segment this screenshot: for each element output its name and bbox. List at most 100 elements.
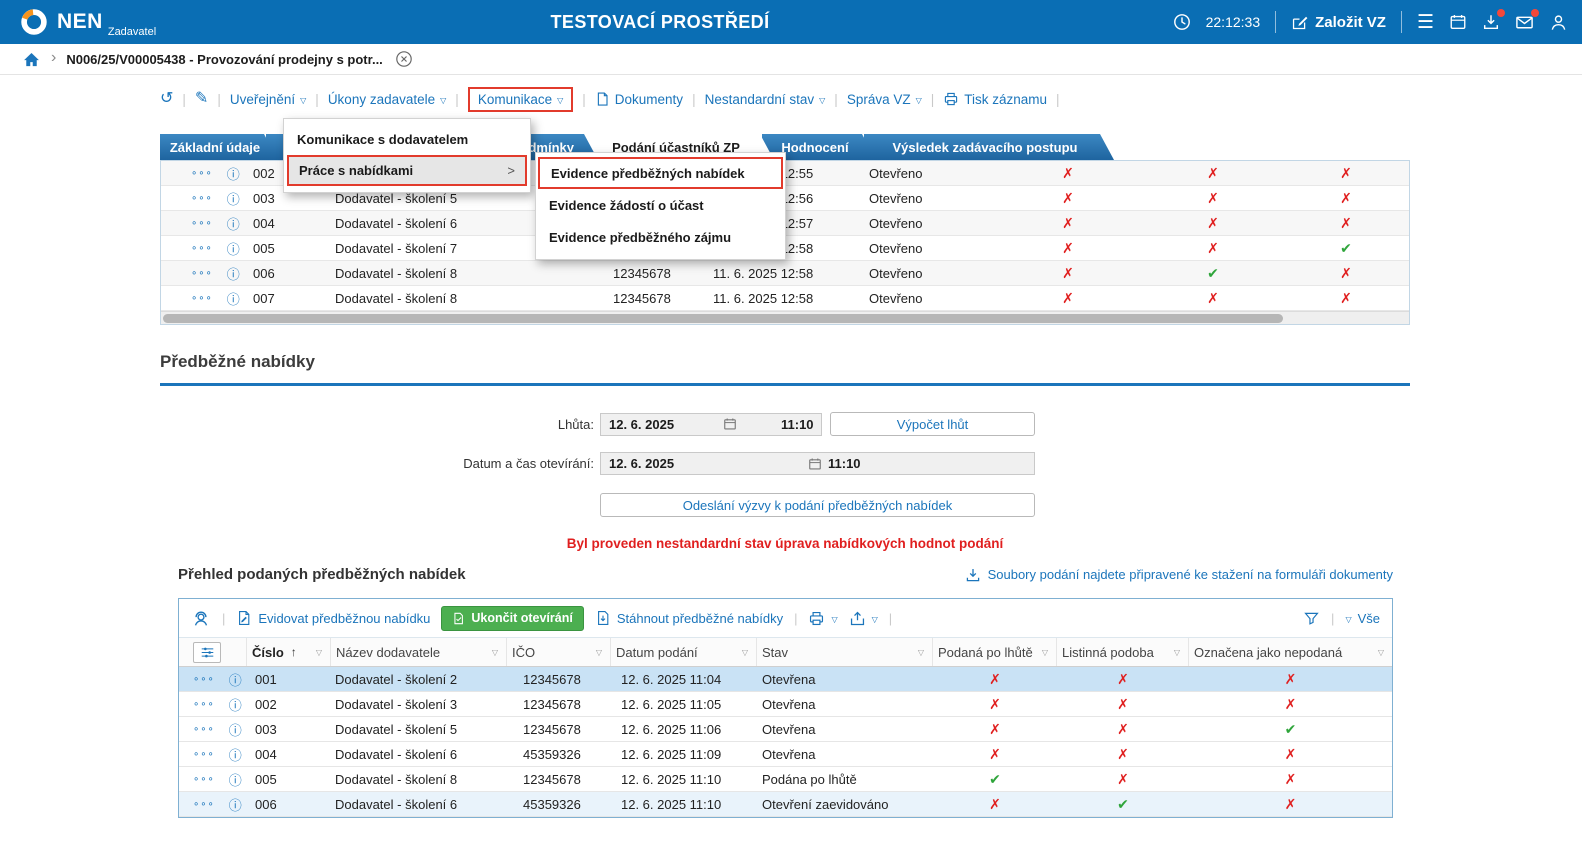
messages-icon[interactable] — [1515, 13, 1534, 32]
opening-date-input[interactable]: 12. 6. 2025 — [601, 456, 808, 471]
horizontal-scrollbar[interactable] — [161, 311, 1409, 324]
home-icon[interactable] — [22, 50, 41, 69]
table-row[interactable]: ∘∘∘ ⓘ 001 Dodavatel - školení 2 12345678… — [179, 667, 1392, 692]
table-row[interactable]: ∘∘∘ ⓘ 006 Dodavatel - školení 6 45359326… — [179, 792, 1392, 817]
menu-item-komunikace-s-dodavatelem[interactable]: Komunikace s dodavatelem — [287, 124, 527, 155]
scrollbar-thumb[interactable] — [163, 314, 1283, 323]
row-menu-icon[interactable]: ∘∘∘ — [193, 674, 215, 685]
row-menu-icon[interactable]: ∘∘∘ — [191, 168, 213, 179]
opening-datetime-input[interactable]: 12. 6. 2025 11:10 — [600, 452, 1035, 475]
column-header-podana-po-lhute[interactable]: Podaná po lhůtě▽ — [933, 638, 1057, 666]
table-row[interactable]: ∘∘∘ ⓘ 002 Dodavatel - školení 3 12345678… — [179, 692, 1392, 717]
row-menu-icon[interactable]: ∘∘∘ — [191, 268, 213, 279]
downloads-icon[interactable] — [1482, 13, 1500, 31]
print-button[interactable]: ▽ — [808, 610, 837, 627]
cell-flag-1: ✗ — [993, 290, 1143, 307]
filter-all-selector[interactable]: ▽ Vše — [1345, 611, 1380, 626]
chevron-down-icon: ▽ — [819, 96, 825, 105]
submenu-item-evidence-zadosti-o-ucast[interactable]: Evidence žádostí o účast — [538, 189, 783, 221]
column-header-datum[interactable]: Datum podání▽ — [611, 638, 757, 666]
filter-chevron-icon[interactable]: ▽ — [316, 648, 322, 657]
table-row[interactable]: ∘∘∘ ⓘ 005 Dodavatel - školení 8 12345678… — [179, 767, 1392, 792]
filter-chevron-icon[interactable]: ▽ — [596, 648, 602, 657]
menu-item-prace-s-nabidkami[interactable]: Práce s nabídkami > — [287, 155, 527, 186]
table-row[interactable]: ∘∘∘ ⓘ 007 Dodavatel - školení 8 12345678… — [161, 286, 1409, 311]
export-button[interactable]: ▽ — [849, 610, 878, 627]
filter-chevron-icon[interactable]: ▽ — [492, 648, 498, 657]
filter-chevron-icon[interactable]: ▽ — [742, 648, 748, 657]
table-row[interactable]: ∘∘∘ ⓘ 003 Dodavatel - školení 5 12345678… — [179, 717, 1392, 742]
toolbar-komunikace[interactable]: Komunikace▽ — [468, 87, 573, 112]
cell-not-submitted-flag: ✔ — [1189, 721, 1392, 738]
filter-chevron-icon[interactable]: ▽ — [1042, 648, 1048, 657]
column-header-listinna-podoba[interactable]: Listinná podoba▽ — [1057, 638, 1189, 666]
create-vz-button[interactable]: Založit VZ — [1291, 14, 1386, 31]
column-header-ico[interactable]: IČO▽ — [507, 638, 611, 666]
info-icon[interactable]: ⓘ — [229, 670, 242, 689]
undo-icon[interactable]: ↺ — [160, 91, 173, 107]
nen-logo[interactable]: NEN Zadavatel — [18, 0, 156, 44]
row-menu-icon[interactable]: ∘∘∘ — [193, 774, 215, 785]
tab-vysledek[interactable]: Výsledek zadávacího postupu — [864, 134, 1114, 160]
deadline-time-input[interactable]: 11:10 — [781, 417, 814, 432]
cell-late-flag: ✗ — [933, 696, 1057, 713]
table-row[interactable]: ∘∘∘ ⓘ 006 Dodavatel - školení 8 12345678… — [161, 261, 1409, 286]
cell-flag-3: ✗ — [1283, 265, 1409, 282]
table-row[interactable]: ∘∘∘ ⓘ 004 Dodavatel - školení 6 45359326… — [179, 742, 1392, 767]
row-menu-icon[interactable]: ∘∘∘ — [193, 749, 215, 760]
column-header-oznacena-jako-nepodana[interactable]: Označena jako nepodaná▽ — [1189, 638, 1392, 666]
filter-icon[interactable] — [1303, 610, 1320, 627]
user-icon[interactable] — [1549, 13, 1568, 32]
info-icon[interactable]: ⓘ — [229, 720, 242, 739]
pencil-icon[interactable]: ✎ — [195, 91, 208, 107]
info-icon[interactable]: ⓘ — [229, 745, 242, 764]
column-header-stav[interactable]: Stav▽ — [757, 638, 933, 666]
row-menu-icon[interactable]: ∘∘∘ — [191, 293, 213, 304]
close-icon[interactable] — [395, 50, 413, 68]
filter-chevron-icon[interactable]: ▽ — [1378, 648, 1384, 657]
cell-flag-2: ✔ — [1143, 265, 1283, 282]
info-icon[interactable]: ⓘ — [229, 770, 242, 789]
opening-time-input[interactable]: 11:10 — [828, 456, 861, 471]
calendar-icon[interactable] — [808, 457, 822, 471]
toolbar-nestandardni-stav[interactable]: Nestandardní stav▽ — [705, 92, 826, 107]
toolbar-tisk-zaznamu[interactable]: Tisk záznamu — [943, 91, 1047, 107]
row-menu-icon[interactable]: ∘∘∘ — [191, 218, 213, 229]
column-header-nazev[interactable]: Název dodavatele▽ — [331, 638, 507, 666]
column-settings-icon[interactable] — [193, 642, 221, 663]
calendar-icon[interactable] — [723, 417, 737, 431]
download-offers-button[interactable]: Stáhnout předběžné nabídky — [595, 610, 783, 626]
deadline-date-input[interactable]: 12. 6. 2025 — [601, 417, 723, 432]
watchdog-icon[interactable] — [191, 608, 211, 628]
toolbar-dokumenty[interactable]: Dokumenty — [595, 91, 683, 107]
row-menu-icon[interactable]: ∘∘∘ — [191, 193, 213, 204]
row-menu-icon[interactable]: ∘∘∘ — [191, 243, 213, 254]
deadline-datetime-input[interactable]: 12. 6. 2025 11:10 — [600, 413, 822, 436]
filter-chevron-icon[interactable]: ▽ — [1174, 648, 1180, 657]
toolbar-uverejneni[interactable]: Uveřejnění▽ — [230, 92, 306, 107]
brand-role: Zadavatel — [108, 26, 156, 38]
column-header-cislo[interactable]: Číslo ↑ ▽ — [247, 638, 331, 666]
cell-late-flag: ✗ — [933, 671, 1057, 688]
info-icon[interactable]: ⓘ — [229, 795, 242, 814]
row-menu-icon[interactable]: ∘∘∘ — [193, 724, 215, 735]
toolbar-ukony-zadavatele[interactable]: Úkony zadavatele▽ — [328, 92, 446, 107]
download-note-link[interactable]: Soubory podání najdete připravené ke sta… — [965, 567, 1393, 583]
submenu-item-evidence-predbeznych-nabidek[interactable]: Evidence předběžných nabídek — [538, 157, 783, 189]
hamburger-menu-icon[interactable]: ☰ — [1417, 11, 1434, 34]
send-invitation-button[interactable]: Odeslání výzvy k podání předběžných nabí… — [600, 493, 1035, 517]
breadcrumb-record[interactable]: N006/25/V00005438 - Provozování prodejny… — [66, 52, 382, 67]
calc-deadlines-button[interactable]: Výpočet lhůt — [830, 412, 1035, 436]
cell-submission-date: 12. 6. 2025 11:10 — [611, 797, 757, 812]
row-menu-icon[interactable]: ∘∘∘ — [193, 699, 215, 710]
row-menu-icon[interactable]: ∘∘∘ — [193, 799, 215, 810]
info-icon[interactable]: ⓘ — [229, 695, 242, 714]
record-offer-button[interactable]: Evidovat předběžnou nabídku — [236, 610, 430, 626]
submenu-item-evidence-predbezneho-zajmu[interactable]: Evidence předběžného zájmu — [538, 221, 783, 253]
tab-zakladni-udaje[interactable]: Základní údaje — [160, 134, 278, 160]
toolbar-sprava-vz[interactable]: Správa VZ▽ — [847, 92, 922, 107]
column-settings-cell — [179, 638, 247, 666]
finish-opening-button[interactable]: Ukončit otevírání — [441, 606, 583, 631]
calendar-icon[interactable] — [1449, 13, 1467, 31]
filter-chevron-icon[interactable]: ▽ — [918, 648, 924, 657]
